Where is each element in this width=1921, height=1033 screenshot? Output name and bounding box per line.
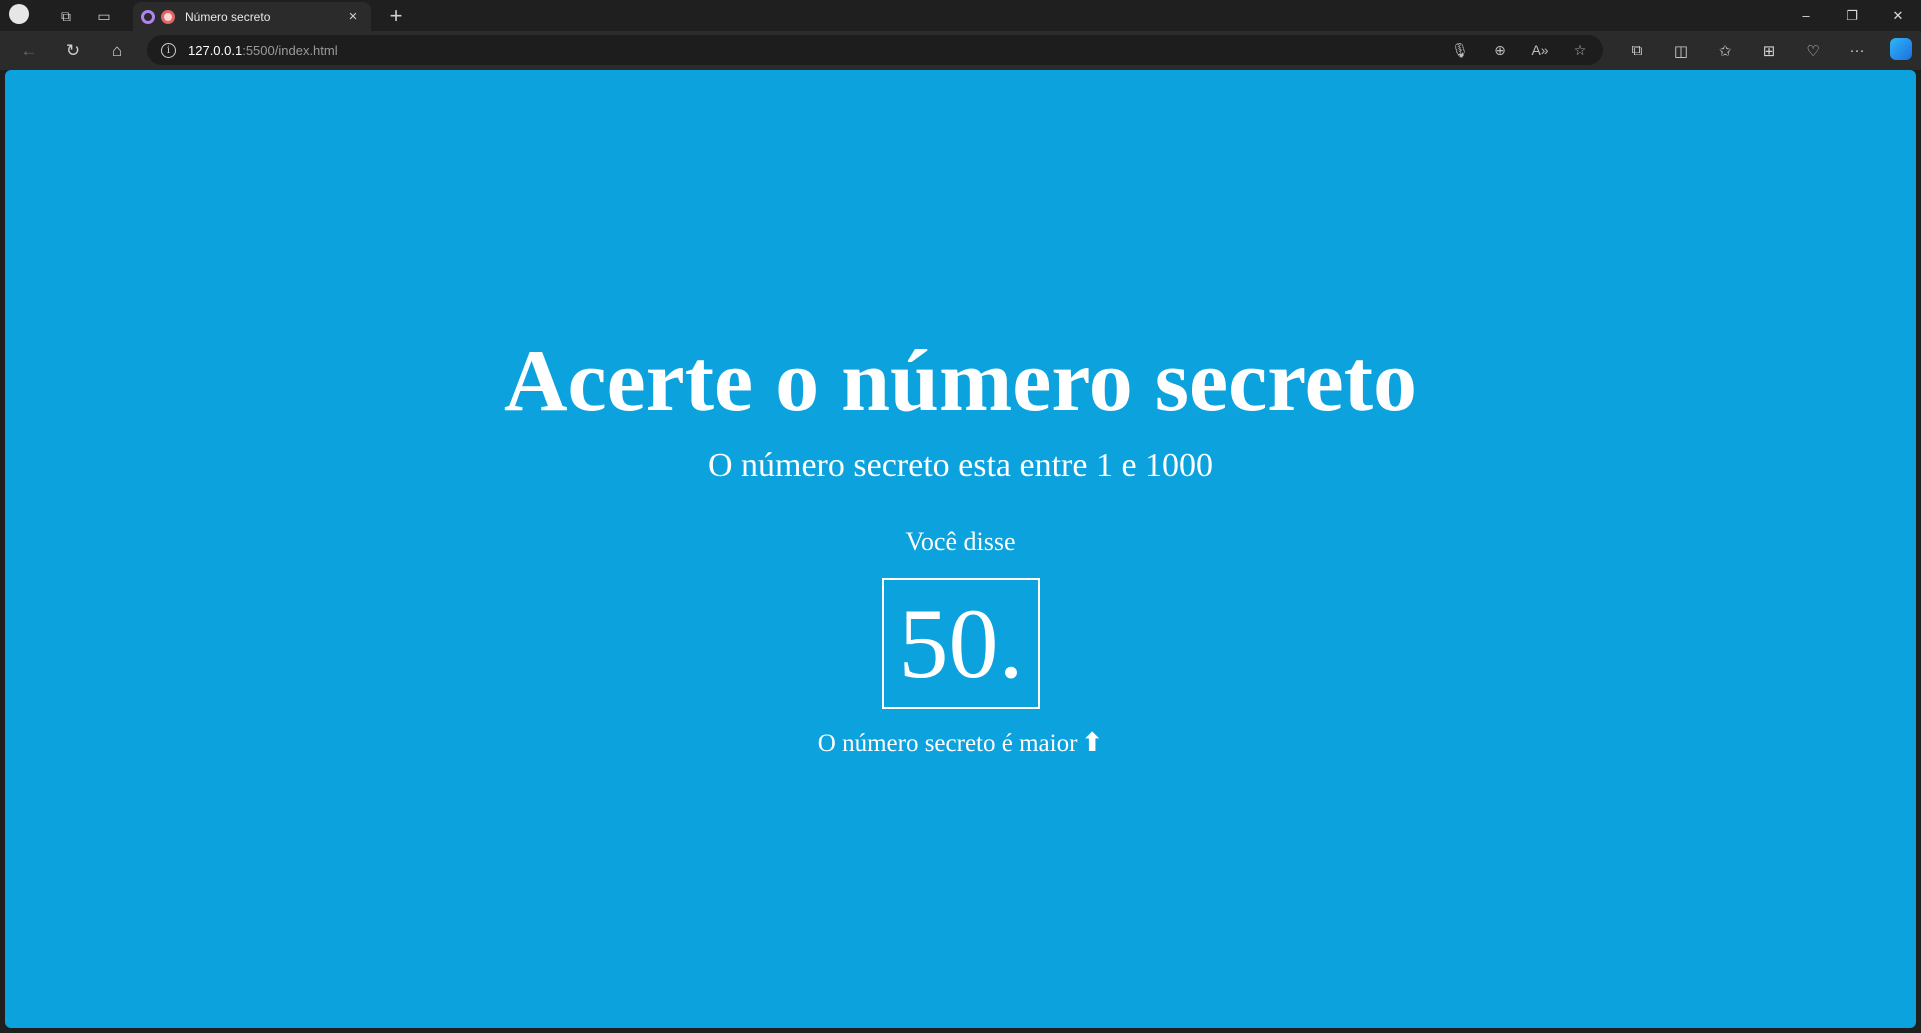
extensions-icon[interactable]: ⧉	[1615, 42, 1659, 59]
read-aloud-icon[interactable]: A»	[1529, 42, 1551, 58]
collections-icon[interactable]: ⊞	[1747, 42, 1791, 60]
close-window-button[interactable]: ✕	[1875, 0, 1921, 31]
tab-close-icon[interactable]: ×	[343, 8, 363, 25]
favorite-star-icon[interactable]: ☆	[1569, 42, 1591, 59]
more-menu-icon[interactable]: ···	[1835, 42, 1879, 59]
microphone-icon[interactable]: 🎙	[1449, 42, 1471, 59]
tab-active[interactable]: Número secreto ×	[133, 2, 371, 31]
favorites-icon[interactable]: ✩	[1703, 42, 1747, 60]
arrow-up-icon: ⬆	[1081, 728, 1104, 758]
page-title: Acerte o número secreto	[504, 333, 1417, 430]
address-bar[interactable]: i 127.0.0.1:5500/index.html 🎙 ⊕ A» ☆	[147, 35, 1603, 65]
workspaces-icon[interactable]: ⧉	[54, 4, 78, 28]
new-tab-button[interactable]: +	[382, 2, 410, 30]
range-description: O número secreto esta entre 1 e 1000	[707, 447, 1214, 484]
page-viewport: Acerte o número secreto O número secreto…	[5, 70, 1916, 1028]
profile-icon[interactable]	[9, 4, 29, 24]
minimize-button[interactable]: –	[1783, 0, 1829, 31]
address-bar-actions: 🎙 ⊕ A» ☆	[1449, 35, 1591, 65]
guess-box: 50.	[882, 578, 1040, 709]
zoom-icon[interactable]: ⊕	[1489, 42, 1511, 59]
tab-title: Número secreto	[185, 9, 271, 24]
url-path: :5500/index.html	[242, 42, 338, 58]
restore-button[interactable]: ❐	[1829, 0, 1875, 31]
browser-essentials-icon[interactable]: ♡	[1791, 42, 1835, 60]
you-said-label: Você disse	[905, 527, 1016, 556]
hint-text: O número secreto é maior	[817, 730, 1078, 757]
back-button[interactable]: ←	[13, 35, 45, 67]
tab-actions-icon[interactable]: ▭	[92, 4, 116, 28]
browser-toolbar: ⧉ ◫ ✩ ⊞ ♡ ···	[1615, 31, 1921, 70]
hint-message: O número secreto é maior ⬆	[5, 727, 1916, 760]
home-button[interactable]: ⌂	[101, 35, 133, 67]
window-controls: – ❐ ✕	[1783, 0, 1921, 31]
url-host: 127.0.0.1	[188, 42, 243, 58]
guess-value: 50.	[898, 587, 1024, 699]
extension-favicon-icon	[141, 9, 155, 24]
tab-strip: ⧉ ▭ Número secreto × + – ❐ ✕	[0, 0, 1921, 31]
copilot-icon[interactable]	[1879, 37, 1921, 64]
page-content: Acerte o número secreto O número secreto…	[5, 70, 1916, 1028]
reload-button[interactable]: ↻	[57, 35, 89, 67]
site-info-icon[interactable]: i	[161, 42, 176, 58]
site-favicon-icon	[161, 9, 175, 24]
address-toolbar: ← ↻ ⌂ i 127.0.0.1:5500/index.html 🎙 ⊕ A»…	[0, 31, 1921, 70]
split-screen-icon[interactable]: ◫	[1659, 42, 1703, 60]
